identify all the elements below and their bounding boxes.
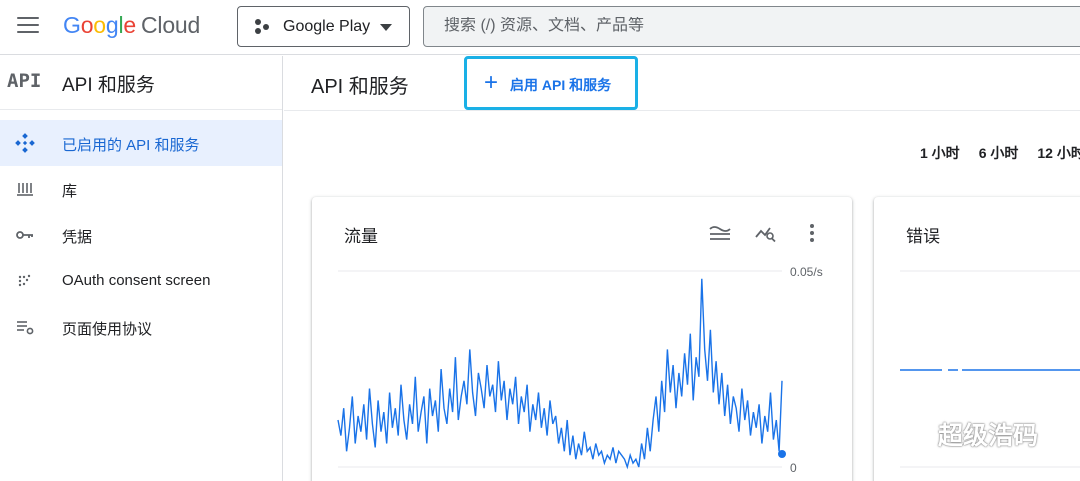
- sidebar-item-page-usage[interactable]: 页面使用协议: [0, 304, 282, 350]
- page-title: API 和服务: [311, 76, 409, 98]
- y-tick-label: 0: [790, 461, 797, 475]
- project-name: Google Play: [283, 18, 371, 35]
- current-value-point: [778, 450, 786, 458]
- enable-apis-button[interactable]: + 启用 API 和服务: [464, 56, 638, 110]
- sidebar-item-library[interactable]: 库: [0, 166, 282, 212]
- y-tick-label: 0.05/s: [790, 265, 823, 279]
- traffic-series-line: [337, 278, 783, 470]
- traffic-card: 流量 0.05/s0UTC+818:0011月21日06:0012:00: [312, 197, 852, 481]
- key-icon: [15, 225, 35, 245]
- wechat-icon: [892, 420, 927, 447]
- main-menu-icon[interactable]: [17, 17, 39, 35]
- time-range-12h[interactable]: 12 小时: [1037, 143, 1080, 163]
- search-input[interactable]: [444, 17, 1044, 35]
- top-bar: Google Cloud Google Play: [0, 0, 1080, 55]
- sidebar-item-credentials[interactable]: 凭据: [0, 212, 282, 258]
- sidebar-item-label: 凭据: [62, 229, 93, 246]
- page-header: API 和服务 + 启用 API 和服务: [284, 56, 1080, 111]
- sidebar-item-label: 已启用的 API 和服务: [62, 137, 200, 154]
- sidebar-item-enabled-apis[interactable]: 已启用的 API 和服务: [0, 120, 282, 166]
- time-range-1h[interactable]: 1 小时: [920, 143, 960, 163]
- time-range-selector: 1 小时 6 小时 12 小时: [920, 143, 1080, 163]
- dropdown-caret-icon: [380, 24, 392, 31]
- sidebar-title: API 和服务: [62, 75, 155, 96]
- enable-apis-label: 启用 API 和服务: [510, 77, 612, 93]
- project-picker[interactable]: Google Play: [237, 6, 410, 47]
- sidebar-header: API API 和服务: [0, 56, 282, 110]
- api-diamond-icon: [15, 133, 35, 153]
- api-logo-icon: API: [7, 70, 42, 92]
- sidebar: API API 和服务 已启用的 API 和服务 库 凭据 OAuth cons…: [0, 56, 283, 481]
- project-dots-icon: [255, 19, 271, 35]
- watermark-text: 超级浩码: [938, 422, 1039, 450]
- plus-icon: +: [484, 69, 499, 96]
- consent-dots-icon: [15, 271, 35, 291]
- page-settings-icon: [15, 317, 35, 337]
- sidebar-item-oauth-consent[interactable]: OAuth consent screen: [0, 258, 282, 304]
- sidebar-item-label: 页面使用协议: [62, 321, 153, 338]
- traffic-chart: 0.05/s0UTC+818:0011月21日06:0012:00: [337, 265, 823, 475]
- sidebar-item-label: OAuth consent screen: [62, 272, 211, 289]
- sidebar-item-label: 库: [62, 183, 78, 200]
- library-icon: [15, 179, 35, 199]
- time-range-6h[interactable]: 6 小时: [979, 143, 1019, 163]
- watermark: 超级浩码: [890, 416, 1038, 452]
- google-cloud-logo[interactable]: Google Cloud: [63, 12, 200, 39]
- search-bar[interactable]: [423, 6, 1080, 47]
